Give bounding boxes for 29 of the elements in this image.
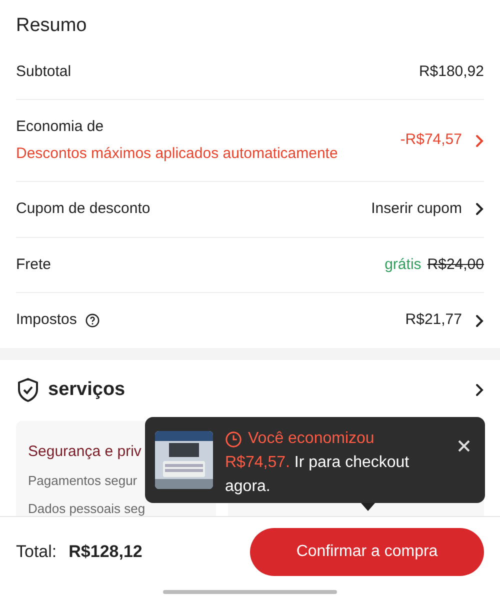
services-title: serviços: [48, 378, 126, 402]
row-value: -R$74,57: [400, 130, 462, 150]
row-label: Cupom de desconto: [16, 199, 150, 219]
help-icon[interactable]: [84, 313, 100, 328]
toast-headline: Você economizou: [248, 429, 374, 449]
row-value: R$24,00: [427, 254, 484, 274]
close-icon[interactable]: [457, 439, 471, 453]
row-value: R$180,92: [418, 62, 484, 82]
savings-toast[interactable]: Você economizou R$74,57. Ir para checkout agora.: [145, 417, 485, 503]
card-title: Segurança e priv: [28, 442, 142, 462]
row-label: Economia de: [16, 117, 105, 137]
free-label: grátis: [384, 254, 422, 274]
row-label: Subtotal: [16, 62, 72, 82]
total-label: Total:: [16, 540, 57, 563]
shield-check-icon: [16, 377, 40, 404]
summary-title: Resumo: [16, 14, 88, 38]
total-amount: R$128,12: [68, 540, 142, 563]
row-value: Inserir cupom: [371, 199, 462, 219]
card-line: Pagamentos segur: [28, 472, 138, 490]
row-value: R$21,77: [405, 310, 462, 330]
confirm-button[interactable]: Confirmar a compra: [250, 528, 484, 576]
toast-pointer-icon: [361, 503, 375, 511]
row-label: Frete: [16, 254, 52, 274]
card-line: Dados pessoais seg: [28, 500, 146, 518]
savings-note: Descontos máximos aplicados automaticamente: [16, 144, 338, 164]
chevron-right-icon: [474, 383, 484, 398]
toast-message: R$74,57. Ir para checkout agora.: [225, 453, 410, 497]
row-label: Impostos: [16, 310, 77, 330]
clock-icon: [225, 430, 242, 448]
